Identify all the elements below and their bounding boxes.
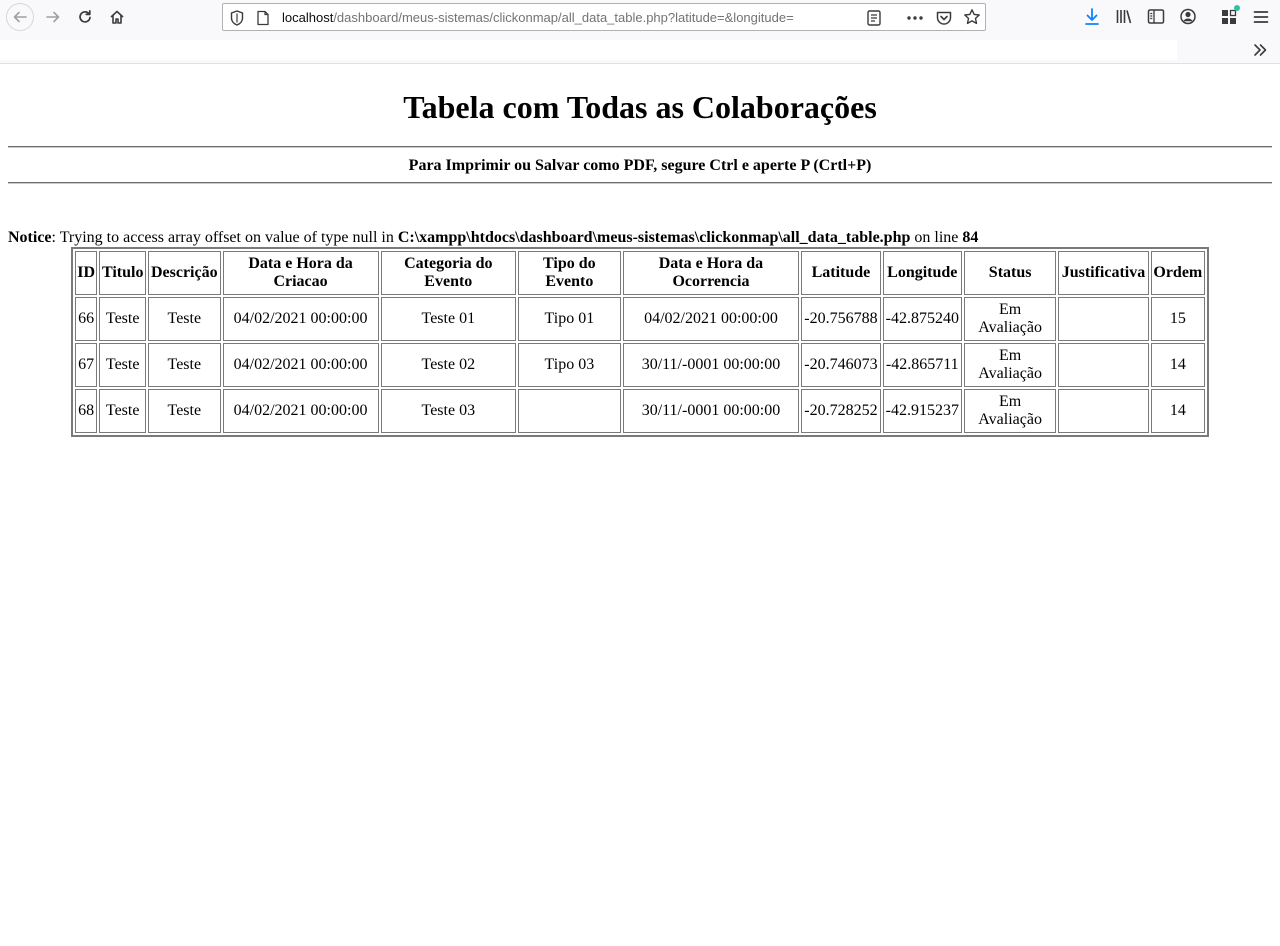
header-categoria: Categoria do Evento xyxy=(380,251,517,295)
pocket-icon[interactable] xyxy=(936,9,952,32)
cell-categoria: Teste 02 xyxy=(380,343,517,387)
header-id: ID xyxy=(75,251,98,295)
cell-latitude: -20.728252 xyxy=(801,389,881,433)
cell-data-ocorrencia: 30/11/-0001 00:00:00 xyxy=(622,389,800,433)
header-data-ocorrencia: Data e Hora da Ocorrencia xyxy=(622,251,800,295)
cell-titulo: Teste xyxy=(99,297,147,341)
reload-icon xyxy=(77,9,93,25)
cell-data-criacao: 04/02/2021 00:00:00 xyxy=(222,297,379,341)
back-button[interactable] xyxy=(5,3,35,31)
reader-view-icon[interactable] xyxy=(866,9,882,32)
menu-icon[interactable] xyxy=(1252,7,1270,32)
header-titulo: Titulo xyxy=(99,251,147,295)
cell-data-criacao: 04/02/2021 00:00:00 xyxy=(222,389,379,433)
more-icon[interactable] xyxy=(906,9,924,32)
download-icon[interactable] xyxy=(1083,7,1101,32)
notification-dot xyxy=(1234,5,1240,11)
cell-descricao: Teste xyxy=(148,343,221,387)
cell-ordem: 15 xyxy=(1150,297,1205,341)
header-ordem: Ordem xyxy=(1150,251,1205,295)
header-status: Status xyxy=(963,251,1057,295)
cell-descricao: Teste xyxy=(148,389,221,433)
page-icon[interactable] xyxy=(256,10,270,31)
page-title: Tabela com Todas as Colaborações xyxy=(403,89,877,125)
cell-longitude: -42.915237 xyxy=(882,389,962,433)
bookmarks-toolbar xyxy=(0,36,1280,64)
header-justificativa: Justificativa xyxy=(1058,251,1149,295)
cell-titulo: Teste xyxy=(99,389,147,433)
cell-descricao: Teste xyxy=(148,297,221,341)
cell-data-ocorrencia: 30/11/-0001 00:00:00 xyxy=(622,343,800,387)
cell-tipo: Tipo 03 xyxy=(518,343,621,387)
divider-top xyxy=(8,146,1272,148)
sidebar-icon[interactable] xyxy=(1147,7,1165,32)
cell-data-ocorrencia: 04/02/2021 00:00:00 xyxy=(622,297,800,341)
colaboracoes-table: ID Titulo Descrição Data e Hora da Criac… xyxy=(71,247,1209,437)
cell-data-criacao: 04/02/2021 00:00:00 xyxy=(222,343,379,387)
cell-id: 68 xyxy=(75,389,98,433)
forward-icon xyxy=(45,9,61,25)
header-tipo: Tipo do Evento xyxy=(518,251,621,295)
cell-categoria: Teste 01 xyxy=(380,297,517,341)
cell-id: 67 xyxy=(75,343,98,387)
bookmarks-area xyxy=(0,40,1177,60)
header-longitude: Longitude xyxy=(882,251,962,295)
divider-bottom xyxy=(8,182,1272,184)
cell-longitude: -42.865711 xyxy=(882,343,962,387)
cell-justificativa xyxy=(1058,389,1149,433)
library-icon[interactable] xyxy=(1115,7,1133,32)
home-button[interactable] xyxy=(102,3,132,31)
url-host: localhost xyxy=(282,10,334,25)
url-path: /dashboard/meus-sistemas/clickonmap/all_… xyxy=(333,10,794,25)
cell-id: 66 xyxy=(75,297,98,341)
url-bar[interactable]: localhost/dashboard/meus-sistemas/clicko… xyxy=(222,3,986,31)
notice-line-text: on line xyxy=(910,229,963,246)
home-icon xyxy=(109,9,125,25)
cell-status: Em Avaliação xyxy=(963,343,1057,387)
shield-icon[interactable] xyxy=(230,10,244,31)
notice-message: : Trying to access array offset on value… xyxy=(51,229,398,246)
cell-status: Em Avaliação xyxy=(963,389,1057,433)
table-row: 67 Teste Teste 04/02/2021 00:00:00 Teste… xyxy=(75,343,1205,387)
cell-justificativa xyxy=(1058,297,1149,341)
cell-ordem: 14 xyxy=(1150,389,1205,433)
cell-latitude: -20.756788 xyxy=(801,297,881,341)
header-latitude: Latitude xyxy=(801,251,881,295)
cell-tipo xyxy=(518,389,621,433)
cell-categoria: Teste 03 xyxy=(380,389,517,433)
back-icon xyxy=(6,3,34,31)
cell-titulo: Teste xyxy=(99,343,147,387)
notice-label: Notice xyxy=(8,229,52,246)
bookmark-star-icon[interactable] xyxy=(963,8,981,31)
cell-longitude: -42.875240 xyxy=(882,297,962,341)
cell-status: Em Avaliação xyxy=(963,297,1057,341)
table-row: 66 Teste Teste 04/02/2021 00:00:00 Teste… xyxy=(75,297,1205,341)
header-descricao: Descrição xyxy=(148,251,221,295)
reload-button[interactable] xyxy=(70,3,100,31)
cell-ordem: 14 xyxy=(1150,343,1205,387)
cell-tipo: Tipo 01 xyxy=(518,297,621,341)
table-header-row: ID Titulo Descrição Data e Hora da Criac… xyxy=(75,251,1205,295)
account-icon[interactable] xyxy=(1179,7,1197,32)
cell-latitude: -20.746073 xyxy=(801,343,881,387)
table-row: 68 Teste Teste 04/02/2021 00:00:00 Teste… xyxy=(75,389,1205,433)
chevrons-icon[interactable] xyxy=(1252,42,1268,63)
print-instructions: Para Imprimir ou Salvar como PDF, segure… xyxy=(408,157,872,174)
header-data-criacao: Data e Hora da Criacao xyxy=(222,251,379,295)
cell-justificativa xyxy=(1058,343,1149,387)
url-text[interactable]: localhost/dashboard/meus-sistemas/clicko… xyxy=(282,10,794,26)
notice-line: 84 xyxy=(962,229,979,246)
browser-toolbar: localhost/dashboard/meus-sistemas/clicko… xyxy=(0,0,1280,36)
php-notice: Notice: Trying to access array offset on… xyxy=(8,229,978,247)
notice-file: C:\xampp\htdocs\dashboard\meus-sistemas\… xyxy=(397,229,911,246)
forward-button[interactable] xyxy=(38,3,68,31)
